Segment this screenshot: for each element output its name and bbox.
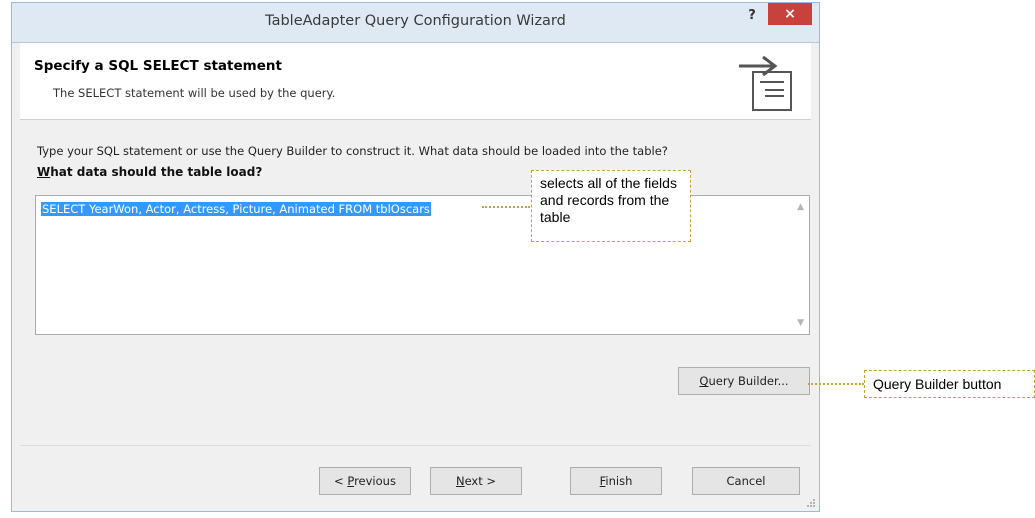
- footer-divider: [20, 445, 811, 446]
- next-label: ext >: [464, 474, 497, 488]
- field-label-rest: hat data should the table load?: [50, 165, 263, 179]
- query-builder-label: uery Builder...: [708, 374, 789, 388]
- finish-button[interactable]: Finish: [570, 467, 662, 495]
- callout-leader-query-builder: [808, 383, 864, 385]
- wizard-window: TableAdapter Query Configuration Wizard …: [11, 2, 820, 512]
- mnemonic-n: N: [455, 474, 465, 488]
- sql-field-label: What data should the table load?: [37, 165, 262, 179]
- help-button[interactable]: ?: [742, 7, 762, 25]
- finish-label: inish: [605, 474, 633, 488]
- cancel-button[interactable]: Cancel: [692, 467, 800, 495]
- sql-statement-text: SELECT YearWon, Actor, Actress, Picture,…: [41, 202, 431, 216]
- previous-label: revious: [354, 474, 396, 488]
- sql-statement-textarea[interactable]: SELECT YearWon, Actor, Actress, Picture,…: [35, 195, 810, 335]
- query-builder-button[interactable]: Query Builder...: [678, 367, 810, 395]
- page-title: Specify a SQL SELECT statement: [34, 58, 282, 74]
- page-subtitle: The SELECT statement will be used by the…: [53, 86, 336, 100]
- previous-prefix: <: [334, 474, 348, 488]
- scroll-down-icon[interactable]: ▼: [797, 318, 804, 328]
- scroll-up-icon[interactable]: ▲: [797, 202, 804, 212]
- mnemonic-w: W: [37, 165, 51, 179]
- resize-grip-icon[interactable]: [806, 498, 816, 508]
- instruction-text: Type your SQL statement or use the Query…: [37, 144, 668, 158]
- title-bar: TableAdapter Query Configuration Wizard …: [12, 3, 819, 43]
- wizard-header: Specify a SQL SELECT statement The SELEC…: [20, 43, 811, 120]
- callout-query-builder: Query Builder button: [864, 370, 1035, 398]
- callout-sql: selects all of the fields and records fr…: [531, 170, 691, 242]
- callout-leader-sql: [482, 206, 530, 208]
- close-button[interactable]: ×: [768, 3, 812, 25]
- next-button[interactable]: Next >: [430, 467, 522, 495]
- window-title: TableAdapter Query Configuration Wizard: [265, 13, 566, 29]
- query-arrow-icon: [739, 55, 792, 111]
- previous-button[interactable]: < Previous: [319, 467, 411, 495]
